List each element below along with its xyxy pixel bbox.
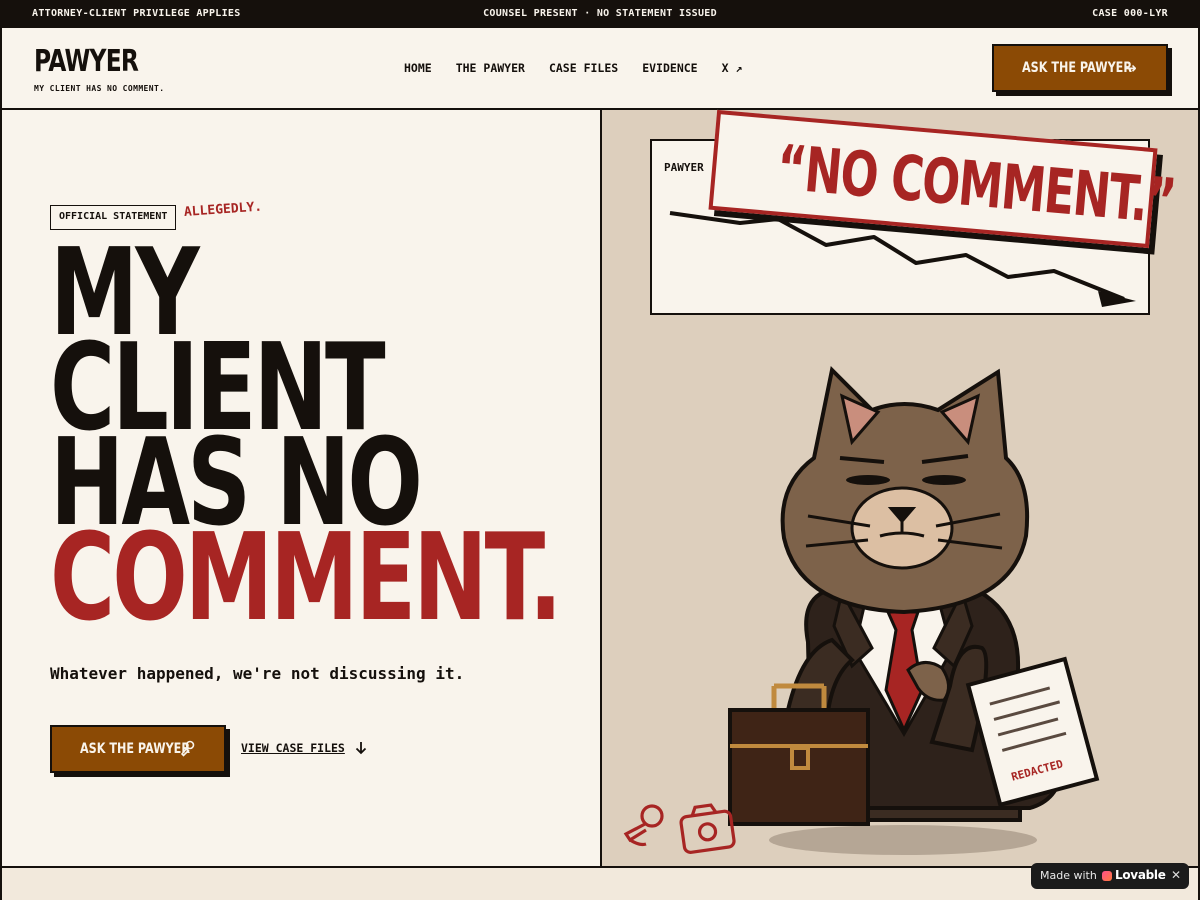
view-case-files-link[interactable]: VIEW CASE FILES <box>241 741 345 755</box>
site-header: PAWYER MY CLIENT HAS NO COMMENT. HOME TH… <box>0 28 1200 110</box>
main-nav: HOME THE PAWYER CASE FILES EVIDENCE X ↗ <box>404 61 766 75</box>
made-with-lovable-badge[interactable]: Made with Lovable ✕ <box>1031 863 1189 889</box>
hero-headline: MY CLIENT HAS NO COMMENT. <box>50 234 562 648</box>
microphone-icon <box>180 740 195 757</box>
microphone-doodle-icon <box>623 804 664 847</box>
top-banner: ATTORNEY-CLIENT PRIVILEGE APPLIES COUNSE… <box>0 0 1200 28</box>
lovable-heart-icon <box>1102 871 1112 881</box>
case-number: CASE 000-LYR <box>1092 8 1168 19</box>
arrow-down-icon <box>355 742 367 755</box>
nav-evidence[interactable]: EVIDENCE <box>642 61 697 75</box>
nav-the-pawyer[interactable]: THE PAWYER <box>456 61 525 75</box>
site-tagline: MY CLIENT HAS NO COMMENT. <box>34 84 165 93</box>
close-icon[interactable]: ✕ <box>1171 868 1181 882</box>
nav-case-files[interactable]: CASE FILES <box>549 61 618 75</box>
lovable-brand-label: Lovable <box>1115 868 1166 882</box>
cat-lawyer-illustration: REDACTED <box>623 365 1100 855</box>
site-logo[interactable]: PAWYER <box>34 44 139 79</box>
ask-pawyer-header-label: ASK THE PAWYER <box>1022 60 1132 76</box>
ask-pawyer-hero-label: ASK THE PAWYER <box>80 741 190 757</box>
hero-subline: Whatever happened, we're not discussing … <box>50 664 465 683</box>
camera-doodle-icon <box>679 803 736 854</box>
arrow-right-icon: → <box>1124 59 1137 77</box>
stamp-text: “NO COMMENT.” <box>774 130 1178 238</box>
headline-line-4: COMMENT. <box>50 509 562 648</box>
made-with-label: Made with <box>1040 869 1097 882</box>
ask-pawyer-hero-button[interactable]: ASK THE PAWYER <box>50 725 226 773</box>
counsel-status: COUNSEL PRESENT · NO STATEMENT ISSUED <box>483 8 717 19</box>
ask-pawyer-header-button[interactable]: ASK THE PAWYER → <box>992 44 1168 92</box>
next-section-edge <box>0 868 1200 900</box>
nav-home[interactable]: HOME <box>404 61 432 75</box>
nav-x-link[interactable]: X ↗ <box>722 61 743 75</box>
